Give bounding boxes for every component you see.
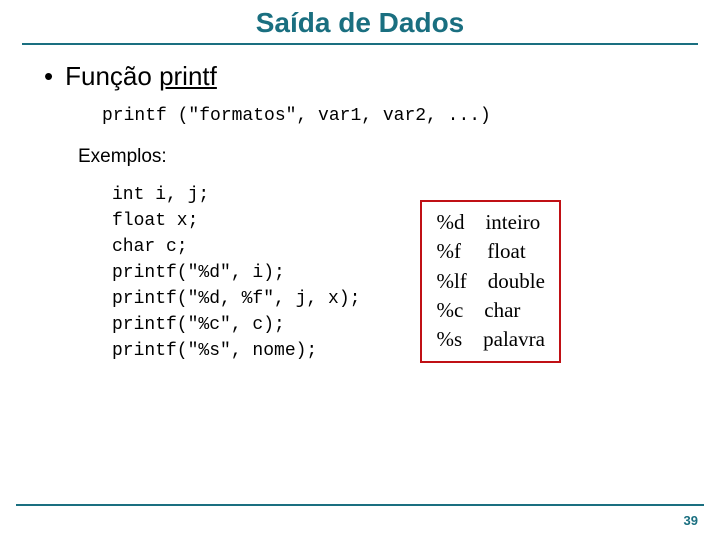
footer-rule xyxy=(16,504,704,506)
format-spec: %f xyxy=(436,239,461,263)
bullet-line: • Função printf xyxy=(44,61,698,92)
format-desc: float xyxy=(487,239,525,263)
slide: Saída de Dados • Função printf printf ("f… xyxy=(0,0,720,540)
bullet-prefix: Função xyxy=(65,61,159,91)
title-wrap: Saída de Dados xyxy=(22,8,698,45)
slide-title: Saída de Dados xyxy=(22,8,698,39)
format-spec: %d xyxy=(436,210,464,234)
format-desc: char xyxy=(484,298,520,322)
format-desc: inteiro xyxy=(485,210,540,234)
format-row: %s palavra xyxy=(436,325,544,354)
content-row: int i, j; float x; char c; printf("%d", … xyxy=(112,182,698,365)
format-row: %c char xyxy=(436,296,544,325)
format-spec: %s xyxy=(436,327,462,351)
format-desc: palavra xyxy=(483,327,545,351)
bullet-dot: • xyxy=(44,61,53,91)
format-spec: %lf xyxy=(436,269,466,293)
format-row: %lf double xyxy=(436,267,544,296)
printf-signature: printf ("formatos", var1, var2, ...) xyxy=(102,106,698,126)
format-desc: double xyxy=(488,269,545,293)
bullet-underlined: printf xyxy=(159,61,217,91)
format-row: %f float xyxy=(436,237,544,266)
code-block: int i, j; float x; char c; printf("%d", … xyxy=(112,182,360,365)
format-row: %d inteiro xyxy=(436,208,544,237)
page-number: 39 xyxy=(684,513,698,528)
examples-label: Exemplos: xyxy=(78,146,698,168)
format-box: %d inteiro %f float %lf double %c char %… xyxy=(420,200,560,363)
format-spec: %c xyxy=(436,298,463,322)
